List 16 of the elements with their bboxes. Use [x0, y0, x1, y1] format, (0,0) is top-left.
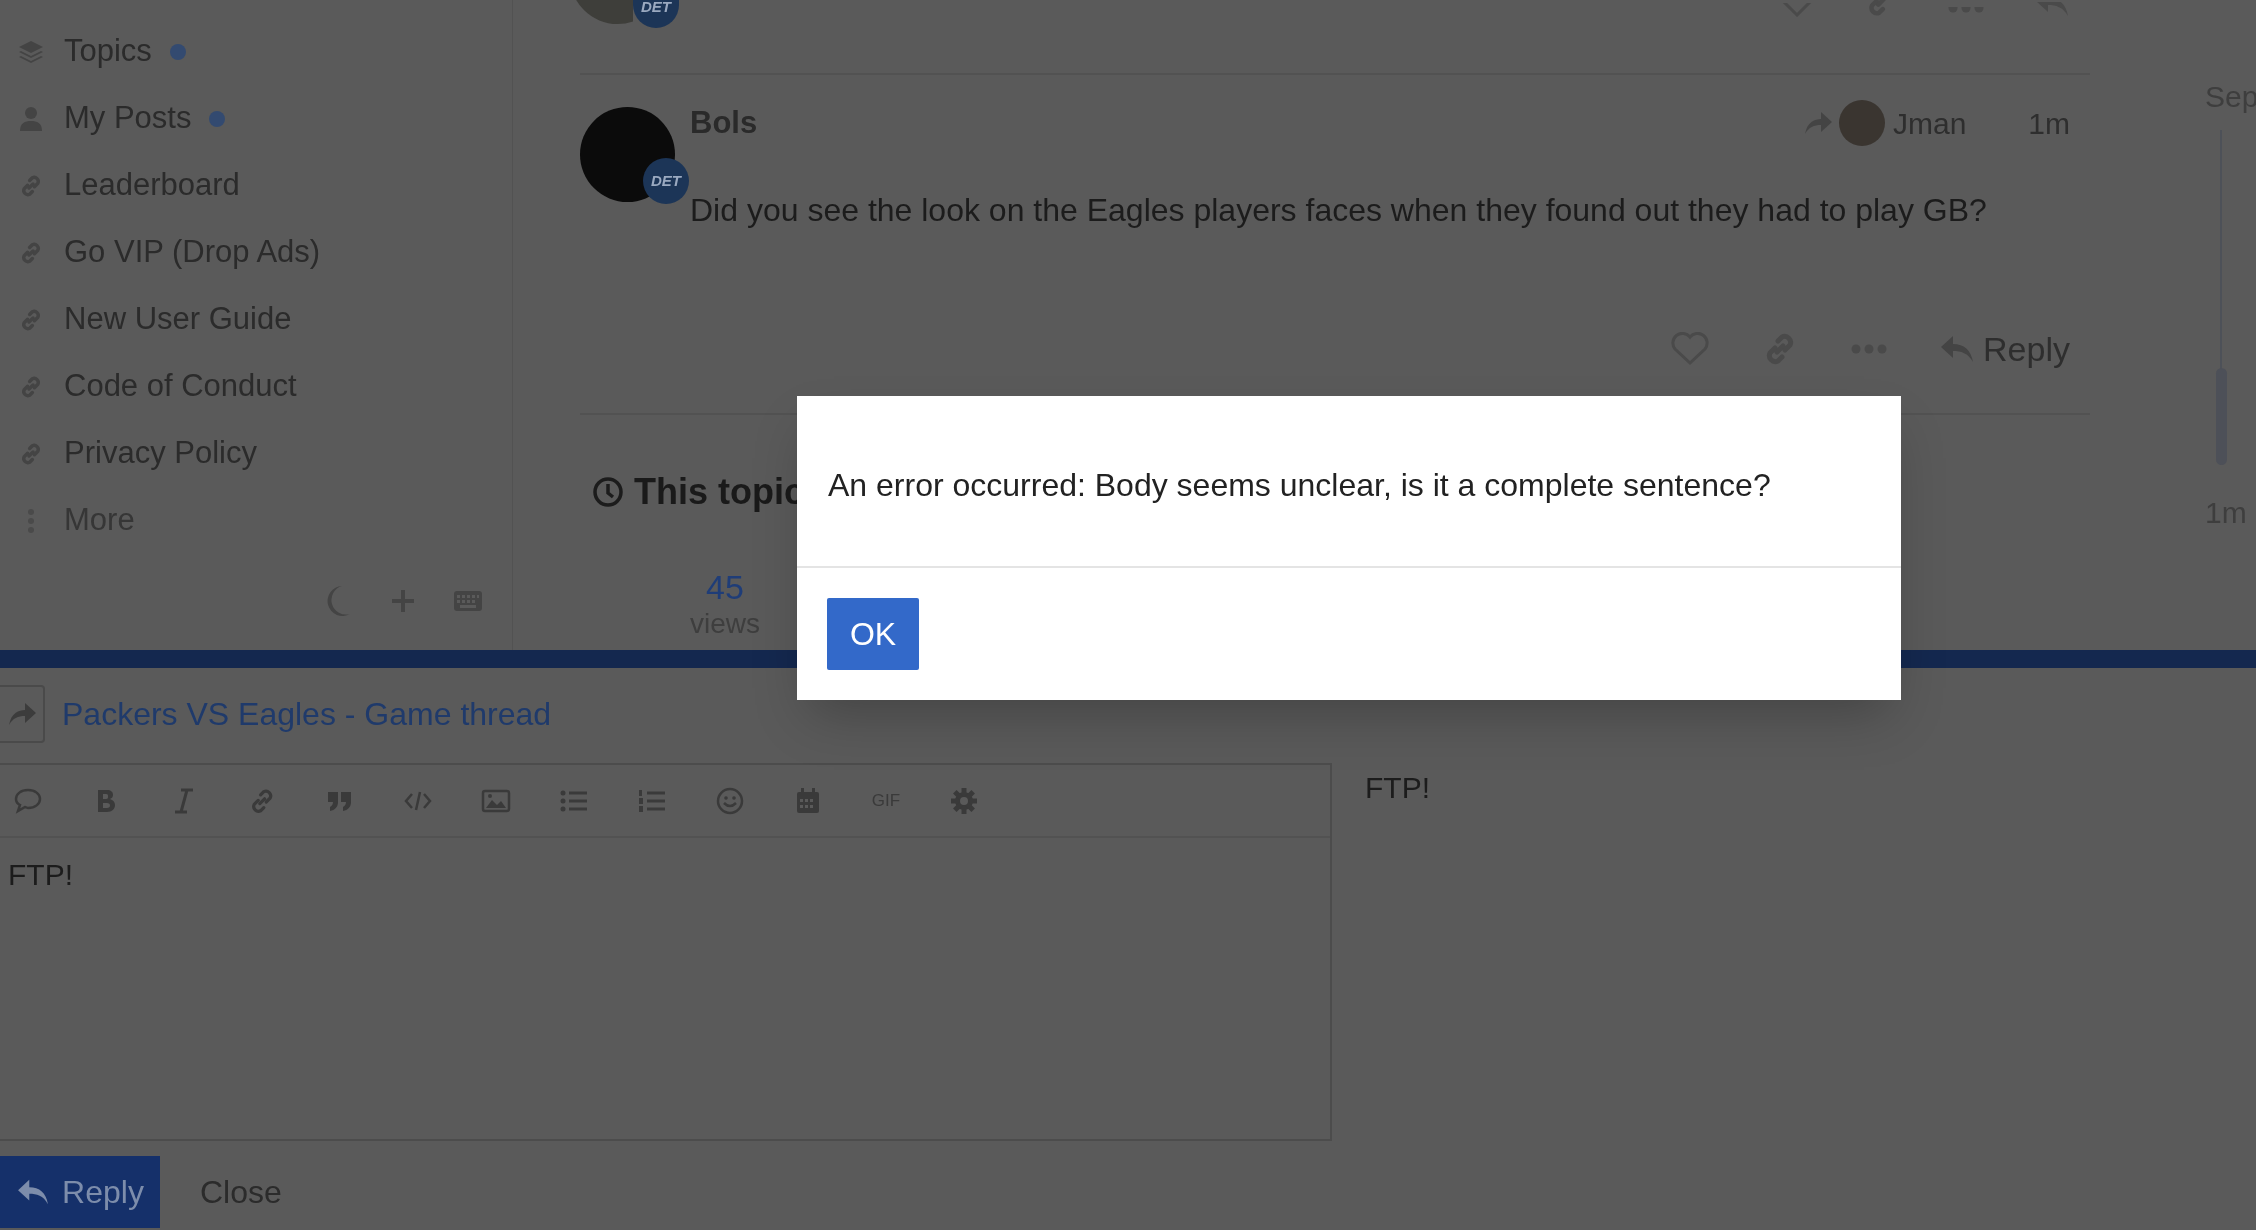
- clock-icon: [592, 476, 624, 509]
- post-body: Did you see the look on the Eagles players faces when they found out they had to play GB?: [690, 191, 1988, 230]
- share-button[interactable]: [0, 685, 45, 743]
- error-message: An error occurred: Body seems unclear, is it a complete sentence?: [828, 466, 1771, 505]
- topic-title-link[interactable]: Packers VS Eagles - Game thread: [62, 690, 552, 738]
- smiley-icon[interactable]: [714, 785, 746, 816]
- avatar-photo[interactable]: [1838, 100, 1885, 146]
- ok-button[interactable]: OK: [827, 598, 919, 670]
- gear-icon[interactable]: [948, 785, 980, 816]
- reply-icon: [16, 1178, 51, 1206]
- flair-badge: DET: [643, 158, 689, 204]
- flair-badge: DET: [633, 0, 679, 28]
- preview-text: FTP!: [1365, 770, 1430, 806]
- share-arrow-icon: [6, 701, 37, 727]
- stat-value: 45: [706, 569, 744, 607]
- reply-button[interactable]: Reply: [0, 1156, 160, 1228]
